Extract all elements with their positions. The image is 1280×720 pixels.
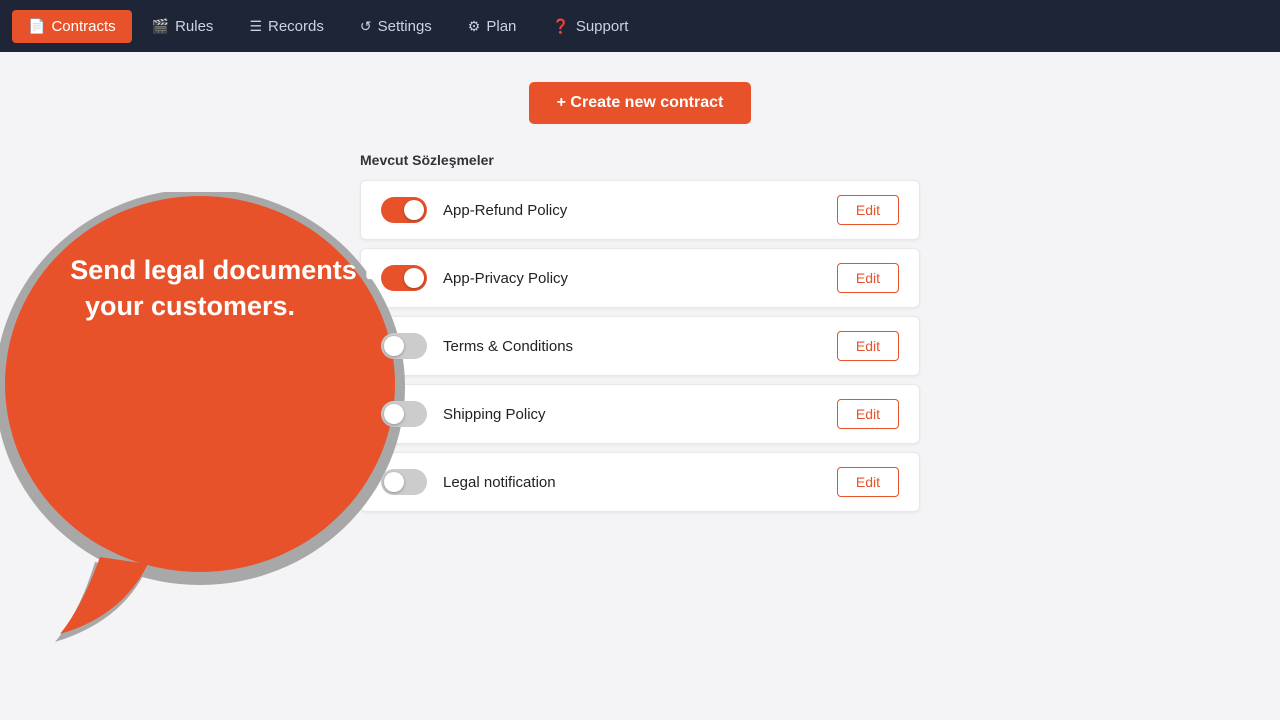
nav-records-label: Records — [268, 18, 324, 35]
bubble-text-container: Send legal documents to your customers. — [30, 252, 390, 325]
toggle-terms[interactable] — [381, 333, 427, 359]
edit-button-refund[interactable]: Edit — [837, 195, 899, 225]
rules-icon: 🎬 — [152, 18, 169, 35]
nav-records[interactable]: ☰ Records — [233, 10, 339, 43]
contract-card-terms: Terms & Conditions Edit — [360, 316, 920, 376]
contract-card-shipping: Shipping Policy Edit — [360, 384, 920, 444]
edit-button-terms[interactable]: Edit — [837, 331, 899, 361]
toggle-legal[interactable] — [381, 469, 427, 495]
contract-left-terms: Terms & Conditions — [381, 333, 573, 359]
contracts-icon: 📄 — [28, 18, 45, 35]
plan-icon: ⚙ — [468, 18, 481, 35]
contract-name-privacy: App-Privacy Policy — [443, 270, 568, 287]
nav-rules-label: Rules — [175, 18, 213, 35]
contract-name-legal: Legal notification — [443, 474, 556, 491]
contract-left-shipping: Shipping Policy — [381, 401, 546, 427]
nav-settings[interactable]: ↺ Settings — [344, 10, 448, 43]
contract-card-privacy: App-Privacy Policy Edit — [360, 248, 920, 308]
nav-rules[interactable]: 🎬 Rules — [136, 10, 230, 43]
records-icon: ☰ — [249, 18, 262, 35]
toggle-shipping[interactable] — [381, 401, 427, 427]
contract-name-refund: App-Refund Policy — [443, 202, 567, 219]
nav-contracts-label: Contracts — [51, 18, 115, 35]
edit-button-privacy[interactable]: Edit — [837, 263, 899, 293]
create-contract-button[interactable]: + Create new contract — [529, 82, 752, 124]
contract-card-legal: Legal notification Edit — [360, 452, 920, 512]
contracts-list: App-Refund Policy Edit App-Privacy Policy E… — [360, 180, 920, 512]
nav-contracts[interactable]: 📄 Contracts — [12, 10, 132, 43]
toggle-privacy[interactable] — [381, 265, 427, 291]
contract-name-shipping: Shipping Policy — [443, 406, 546, 423]
contract-left-refund: App-Refund Policy — [381, 197, 567, 223]
nav-plan[interactable]: ⚙ Plan — [452, 10, 533, 43]
edit-button-legal[interactable]: Edit — [837, 467, 899, 497]
nav-settings-label: Settings — [378, 18, 432, 35]
nav-plan-label: Plan — [486, 18, 516, 35]
contract-name-terms: Terms & Conditions — [443, 338, 573, 355]
support-icon: ❓ — [552, 18, 569, 35]
edit-button-shipping[interactable]: Edit — [837, 399, 899, 429]
navbar: 📄 Contracts 🎬 Rules ☰ Records ↺ Settings… — [0, 0, 1280, 52]
nav-support-label: Support — [576, 18, 629, 35]
contract-left-legal: Legal notification — [381, 469, 556, 495]
create-button-wrapper: + Create new contract — [20, 82, 1260, 124]
contract-left-privacy: App-Privacy Policy — [381, 265, 568, 291]
nav-support[interactable]: ❓ Support — [536, 10, 644, 43]
settings-icon: ↺ — [360, 18, 372, 35]
section-title: Mevcut Sözleşmeler — [360, 152, 920, 168]
contract-card-refund: App-Refund Policy Edit — [360, 180, 920, 240]
toggle-refund[interactable] — [381, 197, 427, 223]
speech-bubble-wrapper: Send legal documents to your customers. — [0, 192, 440, 657]
contracts-section: Mevcut Sözleşmeler App-Refund Policy Edit… — [360, 152, 920, 512]
main-content: Send legal documents to your customers. … — [0, 52, 1280, 720]
